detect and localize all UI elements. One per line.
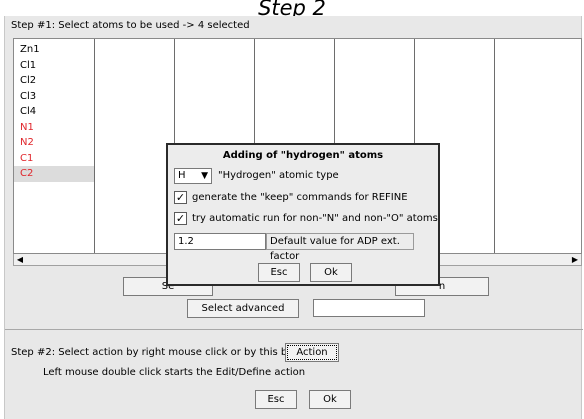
dialog-ok-button[interactable]: Ok [310,263,352,282]
dialog-title: Adding of "hydrogen" atoms [222,150,384,161]
atom-item-selected[interactable]: C2 [14,166,94,182]
scroll-left-icon[interactable]: ◀ [14,254,26,265]
step-heading: Step 2 [258,0,326,16]
select-advanced-input[interactable] [313,299,425,317]
atom-item[interactable]: N2 [20,135,92,151]
column-divider [94,39,95,253]
column-divider [494,39,495,253]
add-hydrogen-dialog: Adding of "hydrogen" atoms H ▼ "Hydrogen… [166,143,440,286]
atom-item[interactable]: Cl3 [20,89,92,105]
atom-item[interactable]: Cl4 [20,104,92,120]
auto-run-label: try automatic run for non-"N" and non-"O… [192,213,438,224]
keep-commands-label: generate the "keep" commands for REFINE [192,192,408,203]
atom-item[interactable]: Cl2 [20,73,92,89]
hydrogen-type-value: H [178,170,186,181]
chevron-down-icon: ▼ [201,171,208,181]
hydrogen-type-label: "Hydrogen" atomic type [218,170,339,181]
step2-label: Step #2: Select action by right mouse cl… [11,347,318,358]
action-button[interactable]: Action [285,343,339,362]
adp-factor-input[interactable]: 1.2 [174,233,266,250]
step1-label: Step #1: Select atoms to be used -> 4 se… [11,20,250,31]
dialog-esc-button[interactable]: Esc [258,263,300,282]
atom-item[interactable]: C1 [20,151,92,167]
section-divider [5,329,583,330]
ok-button[interactable]: Ok [309,390,351,409]
atom-item[interactable]: Zn1 [20,42,92,58]
step2-hint: Left mouse double click starts the Edit/… [43,367,306,378]
select-advanced-button[interactable]: Select advanced [187,299,299,318]
esc-button[interactable]: Esc [255,390,297,409]
atom-item[interactable]: N1 [20,120,92,136]
scroll-right-icon[interactable]: ▶ [569,254,581,265]
adp-factor-label: Default value for ADP ext. factor [266,233,414,262]
hydrogen-type-select[interactable]: H ▼ [174,168,212,184]
atom-item[interactable]: Cl1 [20,58,92,74]
auto-run-checkbox[interactable]: ✓ [174,212,187,225]
atom-list: Zn1 Cl1 Cl2 Cl3 Cl4 N1 N2 C1 C2 [14,42,94,182]
keep-commands-checkbox[interactable]: ✓ [174,191,187,204]
